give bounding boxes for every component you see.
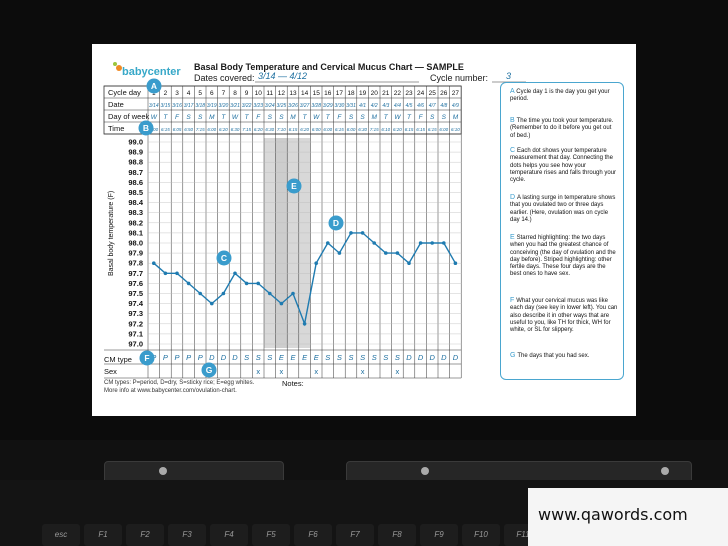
hinge-knob xyxy=(159,467,167,475)
key-f3[interactable]: F3 xyxy=(168,524,206,546)
key-f6[interactable]: F6 xyxy=(294,524,332,546)
svg-text:C: C xyxy=(221,253,227,263)
marker-c: C xyxy=(216,250,232,266)
svg-text:G: G xyxy=(206,365,213,375)
key-f4[interactable]: F4 xyxy=(210,524,248,546)
hinge-knob xyxy=(421,467,429,475)
svg-text:D: D xyxy=(333,218,339,228)
marker-f: F xyxy=(139,350,155,366)
laptop-scene: babycenter Basal Body Temperature and Ce… xyxy=(0,0,728,546)
marker-d: D xyxy=(328,215,344,231)
marker-b: B xyxy=(138,120,154,136)
svg-text:A: A xyxy=(151,81,157,91)
key-esc[interactable]: esc xyxy=(42,524,80,546)
svg-text:F: F xyxy=(144,353,149,363)
marker-e: E xyxy=(286,178,302,194)
key-f9[interactable]: F9 xyxy=(420,524,458,546)
svg-text:E: E xyxy=(291,181,297,191)
key-f5[interactable]: F5 xyxy=(252,524,290,546)
key-f10[interactable]: F10 xyxy=(462,524,500,546)
hinge-knob xyxy=(661,467,669,475)
key-f2[interactable]: F2 xyxy=(126,524,164,546)
watermark-text: www.qawords.com xyxy=(538,505,688,524)
marker-g: G xyxy=(201,362,217,378)
key-f1[interactable]: F1 xyxy=(84,524,122,546)
svg-text:B: B xyxy=(143,123,149,133)
key-f7[interactable]: F7 xyxy=(336,524,374,546)
key-f8[interactable]: F8 xyxy=(378,524,416,546)
marker-a: A xyxy=(146,78,162,94)
